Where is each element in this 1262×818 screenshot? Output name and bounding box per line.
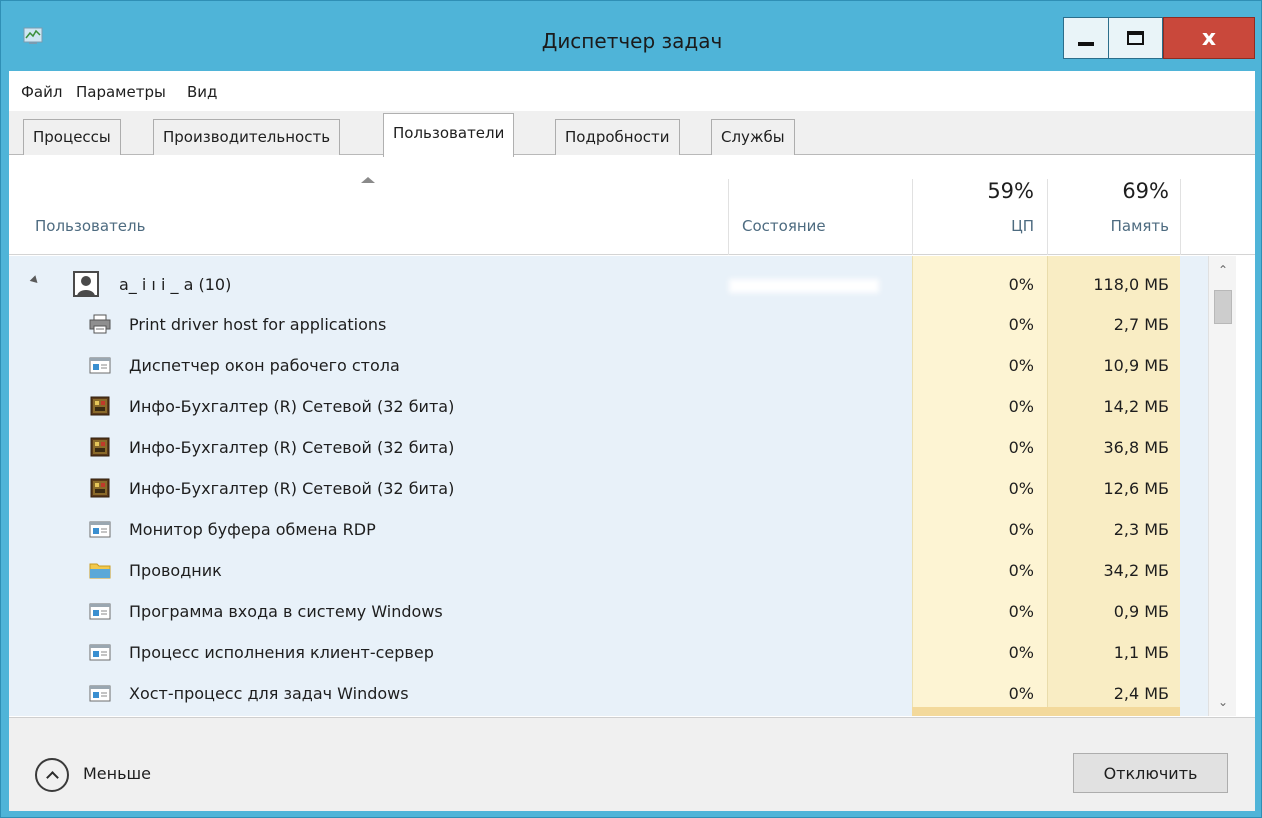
process-row[interactable]: Инфо-Бухгалтер (R) Сетевой (32 бита) 0% 12… bbox=[9, 469, 1208, 509]
process-row[interactable]: Инфо-Бухгалтер (R) Сетевой (32 бита) 0% 36… bbox=[9, 428, 1208, 468]
process-row[interactable]: Монитор буфера обмена RDP 0% 2,3 МБ bbox=[9, 510, 1208, 550]
process-name: Проводник bbox=[129, 561, 222, 580]
column-user[interactable]: Пользователь bbox=[35, 217, 145, 235]
cpu-total: 59% bbox=[987, 179, 1034, 203]
tab-processes[interactable]: Процессы bbox=[23, 119, 121, 155]
task-manager-window: Диспетчер задач x Файл Параметры Вид Про… bbox=[0, 0, 1262, 818]
fewer-details-button[interactable] bbox=[35, 758, 69, 792]
fewer-details-label[interactable]: Меньше bbox=[83, 764, 151, 783]
column-divider bbox=[728, 179, 729, 255]
user-avatar-icon bbox=[73, 271, 99, 297]
close-icon: x bbox=[1201, 25, 1217, 51]
printer-icon bbox=[89, 314, 111, 334]
menu-bar: Файл Параметры Вид bbox=[9, 71, 1255, 111]
folder-icon bbox=[89, 560, 111, 580]
tab-users[interactable]: Пользователи bbox=[383, 113, 515, 157]
sort-ascending-icon bbox=[361, 177, 375, 183]
window-app-icon bbox=[89, 642, 111, 662]
process-memory: 2,4 МБ bbox=[1113, 684, 1169, 703]
process-memory: 1,1 МБ bbox=[1113, 643, 1169, 662]
minimize-icon bbox=[1078, 42, 1094, 46]
process-row[interactable]: Диспетчер окон рабочего стола 0% 10,9 МБ bbox=[9, 346, 1208, 386]
process-row[interactable]: Проводник 0% 34,2 МБ bbox=[9, 551, 1208, 591]
accounting-app-icon bbox=[89, 437, 111, 457]
process-cpu: 0% bbox=[1008, 315, 1034, 334]
menu-options[interactable]: Параметры bbox=[76, 83, 166, 101]
column-state[interactable]: Состояние bbox=[742, 217, 826, 235]
redacted-state bbox=[729, 279, 879, 293]
process-cpu: 0% bbox=[1008, 356, 1034, 375]
process-cpu: 0% bbox=[1008, 479, 1034, 498]
process-cpu: 0% bbox=[1008, 397, 1034, 416]
process-name: Print driver host for applications bbox=[129, 315, 387, 334]
title-bar[interactable]: Диспетчер задач x bbox=[1, 1, 1262, 71]
column-cpu[interactable]: ЦП bbox=[912, 217, 1034, 235]
process-cpu: 0% bbox=[1008, 561, 1034, 580]
process-memory: 2,3 МБ bbox=[1113, 520, 1169, 539]
maximize-button[interactable] bbox=[1109, 17, 1163, 59]
tab-details[interactable]: Подробности bbox=[555, 119, 680, 155]
column-memory[interactable]: Память bbox=[1047, 217, 1169, 235]
process-row[interactable]: Процесс исполнения клиент-сервер 0% 1,1 МБ bbox=[9, 633, 1208, 673]
window-app-icon bbox=[89, 683, 111, 703]
process-row[interactable]: Хост-процесс для задач Windows 0% 2,4 МБ bbox=[9, 674, 1208, 714]
tab-services[interactable]: Службы bbox=[711, 119, 795, 155]
menu-view[interactable]: Вид bbox=[187, 83, 217, 101]
collapse-arrow-icon[interactable] bbox=[29, 275, 41, 286]
chevron-up-icon bbox=[45, 770, 59, 784]
memory-total: 69% bbox=[1122, 179, 1169, 203]
process-memory: 34,2 МБ bbox=[1103, 561, 1170, 580]
vertical-scrollbar[interactable]: ⌃ ⌄ bbox=[1208, 256, 1236, 716]
process-name: Монитор буфера обмена RDP bbox=[129, 520, 376, 539]
process-cpu: 0% bbox=[1008, 438, 1034, 457]
user-row[interactable]: a_ i ı i _ a (10) 0% 118,0 МБ bbox=[9, 265, 1208, 305]
user-name: a_ i ı i _ a (10) bbox=[119, 275, 232, 294]
accounting-app-icon bbox=[89, 396, 111, 416]
process-row[interactable]: Инфо-Бухгалтер (R) Сетевой (32 бита) 0% 14… bbox=[9, 387, 1208, 427]
process-cpu: 0% bbox=[1008, 520, 1034, 539]
scroll-thumb[interactable] bbox=[1214, 290, 1232, 324]
process-memory: 12,6 МБ bbox=[1103, 479, 1170, 498]
process-memory: 10,9 МБ bbox=[1103, 356, 1170, 375]
process-name: Инфо-Бухгалтер (R) Сетевой (32 бита) bbox=[129, 397, 455, 416]
window-app-icon bbox=[89, 601, 111, 621]
window-app-icon bbox=[89, 519, 111, 539]
scroll-down-icon[interactable]: ⌄ bbox=[1209, 688, 1237, 716]
footer-bar: Меньше Отключить bbox=[9, 717, 1255, 811]
accounting-app-icon bbox=[89, 478, 111, 498]
close-button[interactable]: x bbox=[1163, 17, 1255, 59]
scroll-up-icon[interactable]: ⌃ bbox=[1209, 256, 1237, 284]
column-header: Пользователь Состояние 59% ЦП 69% Память bbox=[9, 155, 1255, 255]
process-name: Инфо-Бухгалтер (R) Сетевой (32 бита) bbox=[129, 479, 455, 498]
process-name: Хост-процесс для задач Windows bbox=[129, 684, 409, 703]
user-cpu: 0% bbox=[1008, 275, 1034, 294]
window-app-icon bbox=[89, 355, 111, 375]
process-memory: 36,8 МБ bbox=[1103, 438, 1170, 457]
process-name: Программа входа в систему Windows bbox=[129, 602, 443, 621]
process-cpu: 0% bbox=[1008, 643, 1034, 662]
column-divider bbox=[1180, 179, 1181, 255]
maximize-icon bbox=[1127, 31, 1144, 45]
minimize-button[interactable] bbox=[1063, 17, 1109, 59]
process-row[interactable]: Print driver host for applications 0% 2,7 … bbox=[9, 305, 1208, 345]
process-cpu: 0% bbox=[1008, 602, 1034, 621]
process-cpu: 0% bbox=[1008, 684, 1034, 703]
process-name: Процесс исполнения клиент-сервер bbox=[129, 643, 434, 662]
process-row[interactable]: Программа входа в систему Windows 0% 0,9 М… bbox=[9, 592, 1208, 632]
process-memory: 14,2 МБ bbox=[1103, 397, 1170, 416]
user-memory: 118,0 МБ bbox=[1093, 275, 1169, 294]
menu-file[interactable]: Файл bbox=[21, 83, 62, 101]
process-name: Инфо-Бухгалтер (R) Сетевой (32 бита) bbox=[129, 438, 455, 457]
process-memory: 2,7 МБ bbox=[1113, 315, 1169, 334]
client-area: Файл Параметры Вид Процессы Производител… bbox=[9, 71, 1255, 811]
process-memory: 0,9 МБ bbox=[1113, 602, 1169, 621]
process-name: Диспетчер окон рабочего стола bbox=[129, 356, 400, 375]
disconnect-button[interactable]: Отключить bbox=[1073, 753, 1228, 793]
tab-performance[interactable]: Производительность bbox=[153, 119, 341, 155]
